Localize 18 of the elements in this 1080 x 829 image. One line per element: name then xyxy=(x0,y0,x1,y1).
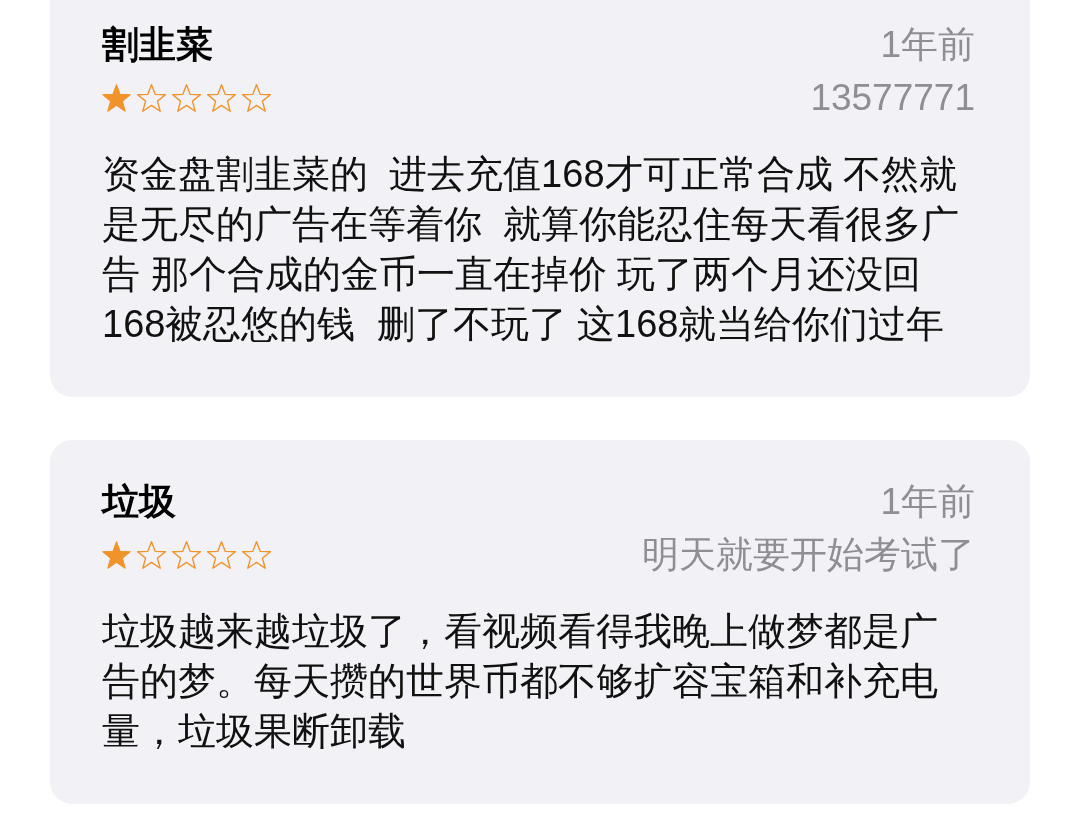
star-icon xyxy=(102,541,131,569)
star-outline-icon xyxy=(172,541,201,569)
review-date: 1年前 xyxy=(880,480,975,524)
star-outline-icon xyxy=(137,84,166,112)
review-date: 1年前 xyxy=(880,23,975,67)
star-outline-icon xyxy=(207,84,236,112)
review-title: 垃圾 xyxy=(102,480,176,524)
star-outline-icon xyxy=(242,84,271,112)
reviewer-name: 13577771 xyxy=(810,76,975,120)
star-outline-icon xyxy=(242,541,271,569)
star-outline-icon xyxy=(172,84,201,112)
star-outline-icon xyxy=(207,541,236,569)
star-icon xyxy=(102,84,131,112)
review-text: 资金盘割韭菜的 进去充值168才可正常合成 不然就是无尽的广告在等着你 就算你能忍住每天看很多广告 那个合成的金币一直在掉价 玩了两个月还没回168被忍悠的钱 删了不玩了 这168就当给你们过年 xyxy=(102,152,961,347)
star-outline-icon xyxy=(137,541,166,569)
review-text: 垃圾越来越垃圾了，看视频看得我晚上做梦都是广告的梦。每天攒的世界币都不够扩容宝箱和补充电量，垃圾果断卸载 xyxy=(102,609,939,754)
review-title: 割韭菜 xyxy=(102,23,213,67)
reviewer-name: 明天就要开始考试了 xyxy=(642,533,975,577)
